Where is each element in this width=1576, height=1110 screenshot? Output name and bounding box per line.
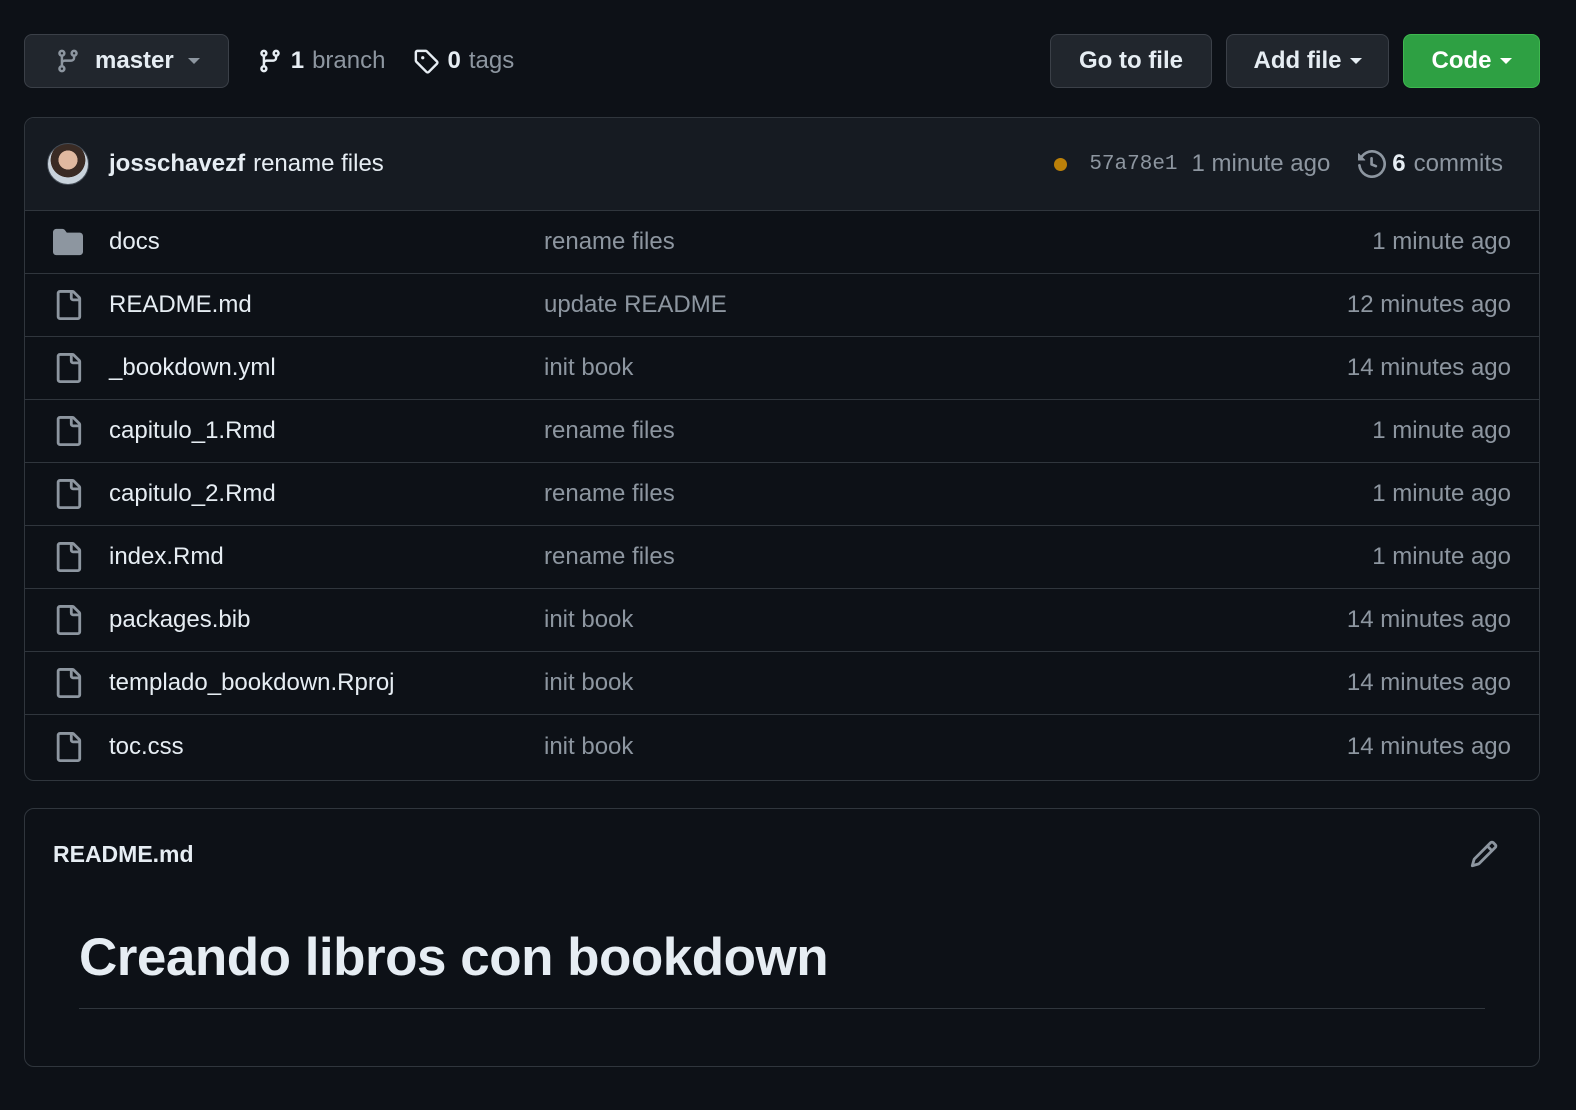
chevron-down-icon bbox=[1499, 58, 1512, 64]
pencil-icon[interactable] bbox=[1469, 839, 1499, 869]
file-icon bbox=[53, 416, 83, 446]
file-name-link[interactable]: capitulo_1.Rmd bbox=[109, 417, 544, 445]
file-commit-time: 14 minutes ago bbox=[1346, 606, 1511, 633]
commit-time: 1 minute ago bbox=[1191, 150, 1331, 177]
status-dot-icon[interactable] bbox=[1054, 157, 1068, 171]
tag-icon bbox=[415, 49, 440, 74]
file-name-link[interactable]: README.md bbox=[109, 291, 544, 319]
file-icon bbox=[53, 605, 83, 635]
file-commit-time: 1 minute ago bbox=[1372, 543, 1511, 570]
file-name-link[interactable]: capitulo_2.Rmd bbox=[109, 480, 544, 508]
go-to-file-button[interactable]: Go to file bbox=[1050, 34, 1212, 88]
file-list: josschavezf rename files 57a78e1 1 minut… bbox=[24, 117, 1540, 781]
latest-commit-bar: josschavezf rename files 57a78e1 1 minut… bbox=[25, 118, 1539, 211]
git-branch-icon bbox=[58, 49, 78, 73]
file-commit-message[interactable]: rename files bbox=[544, 480, 1372, 508]
tag-label: tags bbox=[468, 47, 515, 74]
readme-heading: Creando libros con bookdown bbox=[79, 927, 1485, 1009]
branch-name: master bbox=[95, 47, 174, 74]
readme-panel: README.md Creando libros con bookdown bbox=[24, 808, 1540, 1067]
commits-history-link[interactable]: 6 commits bbox=[1358, 150, 1503, 178]
file-row[interactable]: capitulo_2.Rmd rename files 1 minute ago bbox=[25, 463, 1539, 526]
avatar[interactable] bbox=[47, 143, 89, 185]
file-icon bbox=[53, 542, 83, 572]
folder-icon bbox=[53, 227, 83, 257]
file-name-link[interactable]: toc.css bbox=[109, 733, 544, 761]
repo-toolbar: master 1 branch 0 tags Go to file Add fi… bbox=[24, 34, 1540, 88]
code-label: Code bbox=[1431, 47, 1492, 74]
git-branch-icon bbox=[259, 49, 280, 73]
file-row[interactable]: toc.css init book 14 minutes ago bbox=[25, 715, 1539, 778]
code-button[interactable]: Code bbox=[1403, 34, 1540, 88]
history-icon bbox=[1358, 150, 1387, 178]
file-commit-time: 14 minutes ago bbox=[1346, 354, 1511, 381]
readme-header: README.md bbox=[25, 809, 1539, 899]
file-commit-time: 1 minute ago bbox=[1372, 417, 1511, 444]
file-row[interactable]: capitulo_1.Rmd rename files 1 minute ago bbox=[25, 400, 1539, 463]
file-icon bbox=[53, 668, 83, 698]
file-commit-message[interactable]: update README bbox=[544, 291, 1347, 319]
repo-page: master 1 branch 0 tags Go to file Add fi… bbox=[0, 0, 1576, 1110]
file-icon bbox=[53, 731, 83, 762]
chevron-down-icon bbox=[1349, 58, 1362, 64]
file-commit-time: 14 minutes ago bbox=[1346, 669, 1511, 696]
file-name-link[interactable]: _bookdown.yml bbox=[109, 354, 544, 382]
add-file-label: Add file bbox=[1253, 47, 1342, 74]
file-row[interactable]: _bookdown.yml init book 14 minutes ago bbox=[25, 337, 1539, 400]
file-icon bbox=[53, 353, 83, 383]
commit-sha[interactable]: 57a78e1 bbox=[1089, 153, 1177, 176]
file-row[interactable]: packages.bib init book 14 minutes ago bbox=[25, 589, 1539, 652]
file-name-link[interactable]: index.Rmd bbox=[109, 543, 544, 571]
file-icon bbox=[53, 479, 83, 509]
file-commit-time: 1 minute ago bbox=[1372, 228, 1511, 255]
branch-label: branch bbox=[312, 47, 386, 74]
file-commit-message[interactable]: init book bbox=[544, 354, 1347, 382]
file-commit-message[interactable]: rename files bbox=[544, 228, 1372, 256]
file-commit-message[interactable]: rename files bbox=[544, 543, 1372, 571]
file-commit-time: 12 minutes ago bbox=[1346, 291, 1511, 318]
file-commit-time: 1 minute ago bbox=[1372, 480, 1511, 507]
file-commit-message[interactable]: init book bbox=[544, 606, 1347, 634]
commit-author[interactable]: josschavezf bbox=[109, 150, 245, 178]
add-file-button[interactable]: Add file bbox=[1226, 34, 1389, 88]
file-commit-message[interactable]: rename files bbox=[544, 417, 1372, 445]
file-commit-time: 14 minutes ago bbox=[1346, 732, 1511, 760]
readme-filename[interactable]: README.md bbox=[53, 841, 1469, 868]
tag-count: 0 bbox=[447, 47, 461, 74]
file-row[interactable]: README.md update README 12 minutes ago bbox=[25, 274, 1539, 337]
file-row[interactable]: index.Rmd rename files 1 minute ago bbox=[25, 526, 1539, 589]
branch-count: 1 bbox=[290, 47, 305, 74]
file-name-link[interactable]: docs bbox=[109, 228, 544, 256]
branch-select-button[interactable]: master bbox=[24, 34, 229, 88]
file-name-link[interactable]: templado_bookdown.Rproj bbox=[109, 669, 544, 697]
branches-link[interactable]: 1 branch bbox=[257, 47, 386, 75]
file-rows: docs rename files 1 minute ago README.md upd… bbox=[25, 211, 1539, 778]
commit-count: 6 bbox=[1392, 150, 1406, 177]
file-commit-message[interactable]: init book bbox=[544, 733, 1347, 761]
go-to-file-label: Go to file bbox=[1079, 47, 1183, 74]
readme-content: Creando libros con bookdown bbox=[25, 899, 1539, 1009]
file-row[interactable]: templado_bookdown.Rproj init book 14 minut… bbox=[25, 652, 1539, 715]
commit-message[interactable]: rename files bbox=[253, 150, 384, 178]
file-row[interactable]: docs rename files 1 minute ago bbox=[25, 211, 1539, 274]
file-name-link[interactable]: packages.bib bbox=[109, 606, 544, 634]
file-commit-message[interactable]: init book bbox=[544, 669, 1347, 697]
commits-label: commits bbox=[1413, 150, 1503, 177]
tags-link[interactable]: 0 tags bbox=[413, 47, 514, 75]
file-icon bbox=[53, 290, 83, 320]
chevron-down-icon bbox=[187, 58, 200, 64]
